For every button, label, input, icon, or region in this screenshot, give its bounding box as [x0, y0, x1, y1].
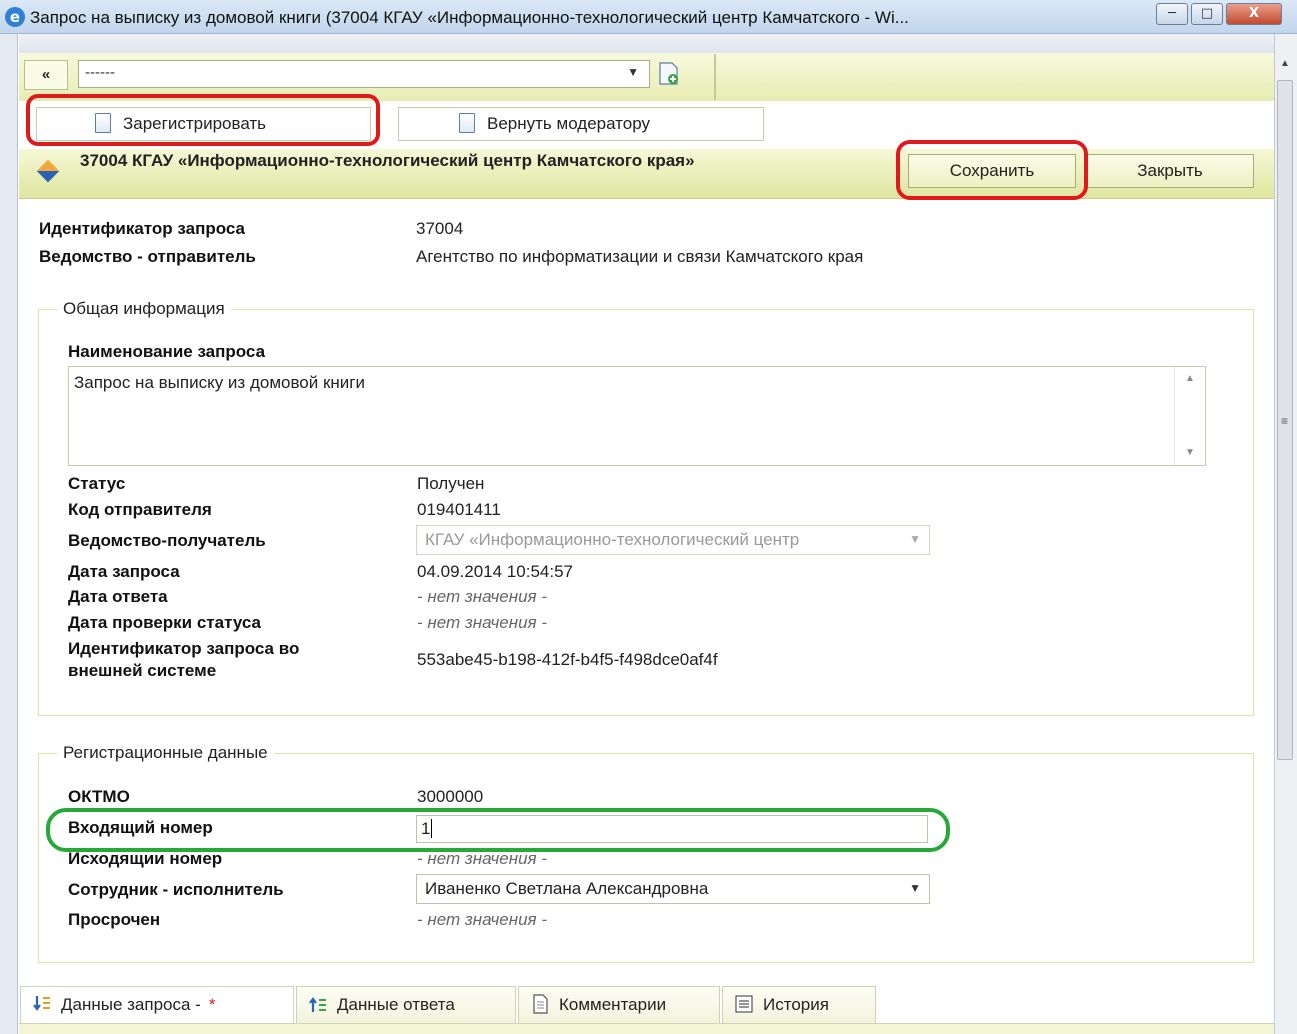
arrow-up-data-icon — [309, 997, 326, 1012]
close-window-button[interactable]: X — [1226, 3, 1282, 25]
tab-content-area — [19, 1023, 1274, 1034]
tab-comments-label: Комментарии — [559, 995, 667, 1014]
unsaved-marker: * — [208, 995, 216, 1014]
minimize-button[interactable]: ─ — [1156, 3, 1188, 25]
tab-request-data-label: Данные запроса - — [61, 995, 201, 1014]
request-id-label: Идентификатор запроса — [39, 219, 246, 238]
scroll-up-icon[interactable]: ▲ — [1185, 373, 1195, 384]
outgoing-number-value: - нет значения - — [417, 849, 547, 868]
tab-comments[interactable]: Комментарии — [518, 986, 720, 1024]
return-button-label: Вернуть модератору — [487, 114, 650, 133]
status-label: Статус — [68, 474, 126, 493]
answer-date-label: Дата ответа — [68, 587, 168, 606]
outgoing-number-label: Исходящии номер — [68, 849, 223, 868]
receiver-agency-select[interactable]: КГАУ «Информационно-технологический цент… — [416, 525, 930, 555]
frame-left — [0, 34, 18, 1034]
top-strip — [19, 34, 1274, 54]
request-date-value: 04.09.2014 10:54:57 — [417, 562, 573, 581]
document-icon — [533, 994, 548, 1014]
sender-agency-label: Ведомство - отправитель — [39, 247, 256, 266]
history-list-icon — [735, 995, 753, 1013]
general-info-legend: Общая информация — [57, 299, 231, 319]
close-button[interactable]: Закрыть — [1086, 154, 1254, 188]
external-id-label-line2: внешней системе — [68, 661, 217, 680]
tab-response-data-label: Данные ответа — [337, 995, 455, 1014]
chevron-down-icon: ▼ — [909, 881, 921, 895]
tab-response-data[interactable]: Данные ответа — [296, 986, 516, 1024]
window-title: Запрос на выписку из домовой книги (3700… — [30, 8, 909, 27]
request-name-label: Наименование запроса — [68, 342, 266, 361]
status-check-date-value: - нет значения - — [417, 613, 547, 632]
filter-select-value: ------ — [85, 64, 115, 81]
overdue-label: Просрочен — [68, 910, 161, 929]
chevron-down-icon: ▼ — [909, 532, 921, 546]
scroll-up-arrow-icon[interactable]: ▲ — [1279, 58, 1291, 70]
overdue-value: - нет значения - — [417, 910, 547, 929]
return-to-moderator-button[interactable]: Вернуть модератору — [398, 107, 764, 141]
scrollbar-grip-icon: ≡ — [1281, 414, 1289, 428]
receiver-agency-label: Ведомство-получатель — [68, 531, 266, 550]
employee-label: Сотрудник - исполнитель — [68, 880, 284, 899]
maximize-button[interactable]: □ — [1191, 3, 1223, 25]
red-highlight-register — [26, 94, 380, 146]
sender-code-value: 019401411 — [417, 500, 501, 519]
registration-legend: Регистрационные данные — [57, 743, 274, 763]
request-date-label: Дата запроса — [68, 562, 180, 581]
textarea-scrollbar[interactable]: ▲ ▼ — [1174, 367, 1205, 465]
request-id-value: 37004 — [416, 219, 464, 238]
external-id-label-line1: Идентификатор запроса во — [68, 639, 300, 658]
red-highlight-save — [896, 140, 1088, 200]
chevron-down-icon: ▼ — [627, 65, 639, 79]
add-document-icon[interactable] — [658, 62, 680, 86]
document-icon — [459, 113, 475, 133]
receiver-agency-value: КГАУ «Информационно-технологический цент… — [425, 530, 800, 549]
status-check-date-label: Дата проверки статуса — [68, 613, 261, 632]
arrow-down-data-icon — [33, 996, 50, 1011]
employee-select[interactable]: Иваненко Светлана Александровна ▼ — [416, 874, 930, 904]
scroll-down-icon[interactable]: ▼ — [1185, 447, 1195, 458]
status-value: Получен — [417, 474, 485, 493]
oktmo-label: ОКТМО — [68, 787, 130, 806]
external-id-value: 553abe45-b198-412f-b4f5-f498dce0af4f — [417, 650, 718, 669]
green-highlight-incoming — [46, 808, 950, 852]
request-name-value: Запрос на выписку из домовой книги — [74, 373, 365, 392]
request-name-textarea[interactable]: Запрос на выписку из домовой книги — [68, 366, 1206, 466]
answer-date-value: - нет значения - — [417, 587, 547, 606]
tab-request-data[interactable]: Данные запроса - * — [20, 986, 294, 1024]
toolbar-divider — [714, 54, 716, 100]
employee-value: Иваненко Светлана Александровна — [425, 879, 709, 898]
tab-history[interactable]: История — [722, 986, 876, 1024]
window-title-bar: e Запрос на выписку из домовой книги (37… — [0, 0, 1297, 34]
record-title: 37004 КГАУ «Информационно-технологически… — [80, 151, 695, 170]
filter-select[interactable]: ------ ▼ — [78, 60, 650, 88]
collapse-panel-button[interactable]: « — [24, 60, 68, 90]
sender-code-label: Код отправителя — [68, 500, 212, 519]
browser-icon: e — [5, 7, 25, 27]
sender-agency-value: Агентство по информатизации и связи Камч… — [416, 247, 864, 266]
tab-history-label: История — [763, 995, 829, 1014]
oktmo-value: 3000000 — [417, 787, 484, 806]
